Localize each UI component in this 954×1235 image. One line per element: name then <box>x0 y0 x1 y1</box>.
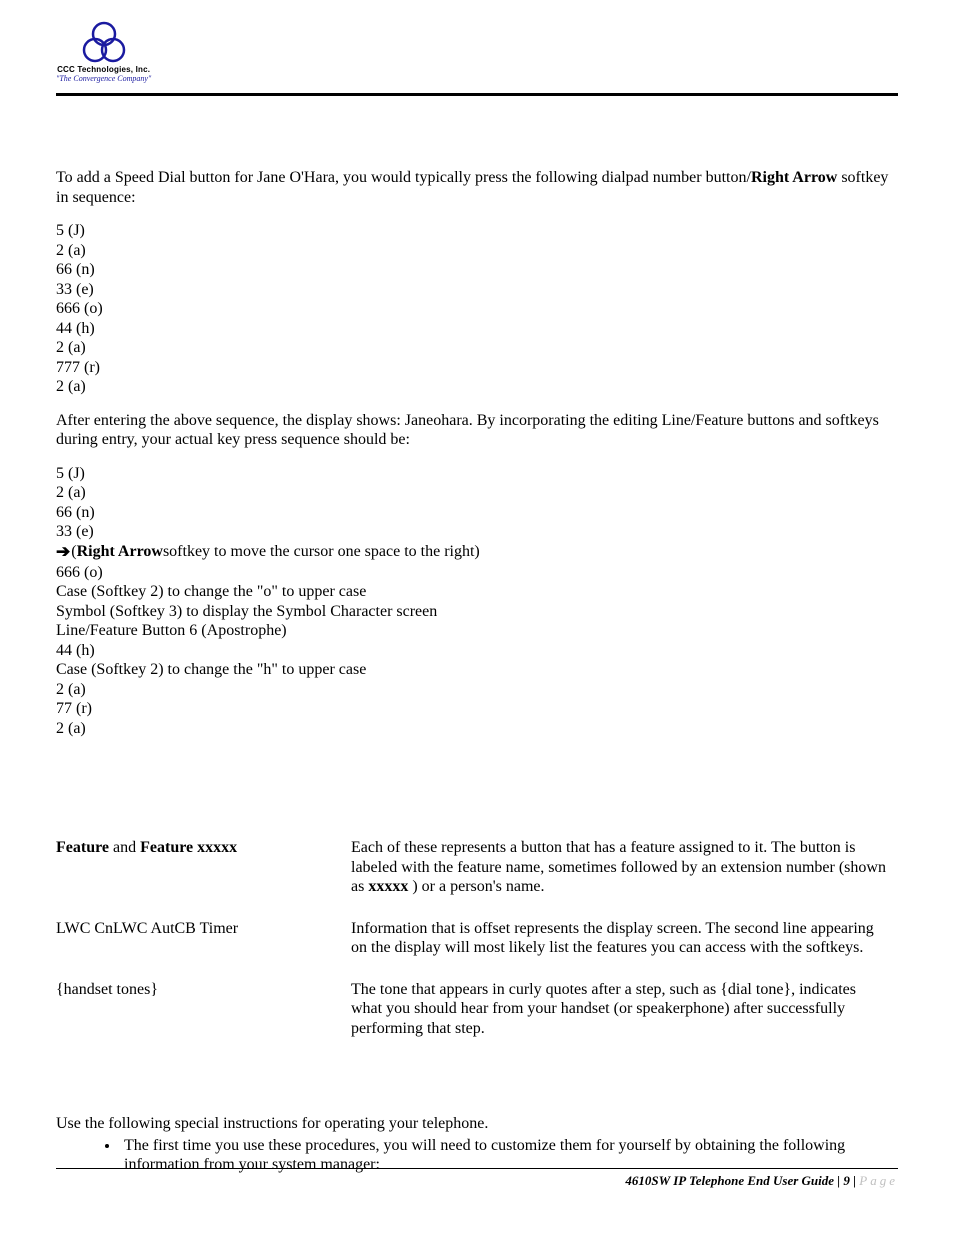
instructions-block: Use the following special instructions f… <box>56 1114 898 1175</box>
definition-term: Feature and Feature xxxxx <box>56 838 351 919</box>
seq1-line: 777 (r) <box>56 358 898 378</box>
instructions-lead: Use the following special instructions f… <box>56 1114 898 1134</box>
seq2-line: 33 (e) <box>56 522 898 542</box>
definition-description: The tone that appears in curly quotes af… <box>351 980 898 1061</box>
seq2-l5-post: softkey to move the cursor one space to … <box>163 542 480 562</box>
seq2-line: 2 (a) <box>56 680 898 700</box>
seq2-line: Case (Softkey 2) to change the "h" to up… <box>56 660 898 680</box>
seq2-line: 5 (J) <box>56 464 898 484</box>
company-logo: CCC Technologies, Inc. "The Convergence … <box>56 20 151 83</box>
seq1-line: 2 (a) <box>56 241 898 261</box>
page-header: CCC Technologies, Inc. "The Convergence … <box>56 20 898 96</box>
footer-page-label: Page <box>859 1173 898 1188</box>
footer-sep: | <box>834 1173 843 1188</box>
seq1-line: 666 (o) <box>56 299 898 319</box>
definition-description: Each of these represents a button that h… <box>351 838 898 919</box>
seq1-line: 2 (a) <box>56 377 898 397</box>
mid-paragraph: After entering the above sequence, the d… <box>56 411 898 450</box>
definition-description: Information that is offset represents th… <box>351 919 898 980</box>
intro-paragraph: To add a Speed Dial button for Jane O'Ha… <box>56 168 898 207</box>
def1-desc-post: ) or a person's name. <box>408 878 544 895</box>
page-body: To add a Speed Dial button for Jane O'Ha… <box>56 168 898 1175</box>
definition-term: LWC CnLWC AutCB Timer <box>56 919 351 980</box>
seq2-line: 666 (o) <box>56 563 898 583</box>
seq1-line: 44 (h) <box>56 319 898 339</box>
seq1-line: 5 (J) <box>56 221 898 241</box>
seq2-line: 44 (h) <box>56 641 898 661</box>
intro-pre: To add a Speed Dial button for Jane O'Ha… <box>56 169 751 186</box>
definition-term: {handset tones} <box>56 980 351 1061</box>
def1-b1: Feature <box>56 839 109 856</box>
header-divider <box>56 93 898 96</box>
seq2-line: Case (Softkey 2) to change the "o" to up… <box>56 582 898 602</box>
page-footer: 4610SW IP Telephone End User Guide | 9 |… <box>56 1168 898 1189</box>
seq1-line: 2 (a) <box>56 338 898 358</box>
intro-bold: Right Arrow <box>751 169 837 186</box>
def1-desc-bold: xxxxx <box>368 878 408 895</box>
def1-mid: and <box>109 839 140 856</box>
definitions-table: Feature and Feature xxxxx Each of these … <box>56 838 898 1060</box>
seq2-line: 66 (n) <box>56 503 898 523</box>
seq2-line: 77 (r) <box>56 699 898 719</box>
document-page: CCC Technologies, Inc. "The Convergence … <box>0 0 954 1235</box>
logo-tagline: "The Convergence Company" <box>56 75 151 83</box>
footer-text: 4610SW IP Telephone End User Guide | 9 |… <box>56 1173 898 1189</box>
seq2-arrow-line: ➔(Right Arrow softkey to move the cursor… <box>56 542 898 563</box>
logo-company-name: CCC Technologies, Inc. <box>57 66 150 74</box>
def1-b2: Feature xxxxx <box>140 839 237 856</box>
sequence-1: 5 (J) 2 (a) 66 (n) 33 (e) 666 (o) 44 (h)… <box>56 221 898 397</box>
sequence-2: 5 (J) 2 (a) 66 (n) 33 (e) ➔(Right Arrow … <box>56 464 898 738</box>
logo-icon <box>80 20 128 64</box>
definition-row: {handset tones} The tone that appears in… <box>56 980 898 1061</box>
seq1-line: 66 (n) <box>56 260 898 280</box>
seq2-line: 2 (a) <box>56 719 898 739</box>
footer-divider <box>56 1168 898 1169</box>
seq2-line: 2 (a) <box>56 483 898 503</box>
definition-row: Feature and Feature xxxxx Each of these … <box>56 838 898 919</box>
seq1-line: 33 (e) <box>56 280 898 300</box>
footer-sep: | <box>850 1173 859 1188</box>
seq2-line: Symbol (Softkey 3) to display the Symbol… <box>56 602 898 622</box>
seq2-l5-bold: Right Arrow <box>77 542 163 562</box>
definition-row: LWC CnLWC AutCB Timer Information that i… <box>56 919 898 980</box>
right-arrow-icon: ➔ <box>56 542 70 563</box>
footer-doc-title: 4610SW IP Telephone End User Guide <box>625 1173 834 1188</box>
seq2-line: Line/Feature Button 6 (Apostrophe) <box>56 621 898 641</box>
